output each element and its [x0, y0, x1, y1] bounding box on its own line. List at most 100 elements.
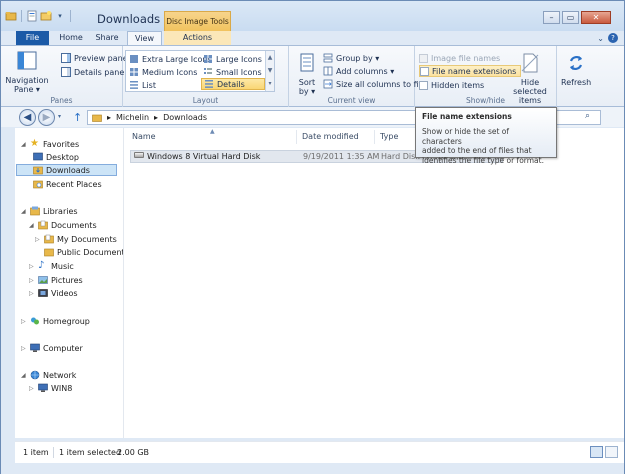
tree-public-documents[interactable]: Public Documents — [44, 246, 129, 258]
tab-file[interactable]: File — [16, 31, 49, 45]
tree-pictures-label: Pictures — [51, 275, 83, 285]
sort-by-button[interactable]: Sort by ▾ — [295, 52, 319, 96]
collapse-icon[interactable]: ◢ — [29, 222, 35, 229]
tree-pictures[interactable]: ▷ Pictures — [29, 274, 83, 286]
title-bar: ▾ Downloads Disc Image Tools – ▭ ✕ — [1, 1, 624, 31]
size-all-columns-button[interactable]: Size all columns to fit — [323, 78, 422, 90]
tree-network-label: Network — [43, 370, 77, 380]
tree-downloads[interactable]: Downloads — [16, 164, 117, 176]
extra-large-icons-icon — [130, 55, 138, 63]
layout-list[interactable]: List — [129, 79, 156, 91]
layout-details[interactable]: Details — [201, 78, 265, 90]
customize-toolbar-icon[interactable]: ▾ — [54, 10, 66, 22]
status-item-count: 1 item — [23, 448, 49, 457]
details-pane-button[interactable]: Details pane — [61, 66, 124, 78]
image-file-names-checkbox[interactable] — [419, 53, 428, 63]
window-title: Downloads — [97, 12, 161, 26]
tree-libraries-label: Libraries — [43, 206, 78, 216]
layout-small-icons[interactable]: Small Icons — [203, 66, 262, 78]
column-header-type[interactable]: Type — [380, 132, 398, 141]
details-view-icon[interactable] — [590, 446, 603, 458]
details-icon — [205, 80, 213, 88]
tree-win8[interactable]: ▷ WIN8 — [29, 382, 72, 394]
layout-extra-large-icons[interactable]: Extra Large Icons — [129, 53, 212, 65]
file-name-extensions-tooltip: File name extensions Show or hide the se… — [415, 107, 557, 165]
tree-favorites[interactable]: ◢ ★ Favorites — [21, 138, 79, 150]
large-icons-icon — [204, 55, 212, 63]
address-segment-downloads[interactable]: Downloads — [163, 113, 207, 122]
tree-videos[interactable]: ▷ Videos — [29, 287, 78, 299]
tree-my-documents[interactable]: ▷ My Documents — [35, 233, 117, 245]
tree-music[interactable]: ▷ ♪ Music — [29, 260, 74, 272]
recent-locations-icon[interactable]: ▾ — [58, 113, 61, 120]
public-documents-icon — [44, 248, 54, 257]
expand-icon[interactable]: ▷ — [29, 263, 35, 270]
column-divider[interactable] — [296, 130, 297, 144]
tree-recent-places-label: Recent Places — [46, 179, 102, 189]
tree-computer[interactable]: ▷ Computer — [21, 342, 83, 354]
column-header-date-modified[interactable]: Date modified — [302, 132, 359, 141]
tab-home[interactable]: Home — [56, 31, 86, 45]
tab-share[interactable]: Share — [92, 31, 122, 45]
view-switcher — [590, 446, 618, 458]
column-header-name[interactable]: Name — [132, 132, 156, 141]
tree-desktop[interactable]: Desktop — [33, 151, 79, 163]
layout-medium-icons[interactable]: Medium Icons — [129, 66, 197, 78]
ribbon: Navigation Pane ▾ Preview pane Details p… — [1, 45, 624, 107]
back-button[interactable]: ◀ — [19, 109, 36, 126]
tab-view[interactable]: View — [127, 31, 162, 46]
hidden-items-toggle[interactable]: Hidden items — [419, 79, 484, 91]
layout-large-icons[interactable]: Large Icons — [203, 53, 262, 65]
tree-homegroup[interactable]: ▷ Homegroup — [21, 315, 90, 327]
file-name-extensions-toggle[interactable]: File name extensions — [419, 65, 522, 77]
tab-actions[interactable]: Actions — [164, 31, 231, 45]
tooltip-line-3: identifies the file type or format. — [422, 155, 544, 165]
column-divider[interactable] — [374, 130, 375, 144]
refresh-button[interactable]: Refresh — [561, 52, 591, 87]
help-icon[interactable]: ? — [608, 33, 618, 43]
layout-gallery-scroll[interactable]: ▲ ▼ ▾ — [265, 51, 274, 91]
expand-icon[interactable]: ▷ — [29, 290, 35, 297]
refresh-icon — [569, 56, 583, 70]
file-name-extensions-checkbox[interactable] — [420, 66, 429, 76]
image-file-names-toggle[interactable]: Image file names — [419, 52, 500, 64]
minimize-button[interactable]: – — [543, 11, 560, 24]
navigation-pane-button[interactable]: Navigation Pane ▾ — [5, 50, 49, 94]
large-icons-view-icon[interactable] — [605, 446, 618, 458]
tree-documents[interactable]: ◢ Documents — [29, 219, 97, 231]
search-icon[interactable]: ⌕ — [585, 111, 590, 121]
preview-pane-button[interactable]: Preview pane — [61, 52, 128, 64]
expand-icon[interactable]: ▷ — [21, 318, 27, 325]
expand-icon[interactable]: ▷ — [35, 236, 41, 243]
add-columns-button[interactable]: Add columns ▾ — [323, 65, 394, 77]
navigation-pane-label-2: Pane ▾ — [14, 85, 40, 94]
layout-gallery: Extra Large Icons Large Icons Medium Ico… — [125, 50, 275, 92]
collapse-icon[interactable]: ◢ — [21, 208, 27, 215]
file-date-modified: 9/19/2011 1:35 AM — [303, 152, 380, 161]
tooltip-body: Show or hide the set of characters added… — [422, 127, 550, 165]
close-button[interactable]: ✕ — [581, 11, 611, 24]
chevron-down-icon[interactable]: ⌄ — [597, 34, 604, 43]
folder-icon — [5, 12, 17, 21]
collapse-icon[interactable]: ◢ — [21, 372, 27, 379]
properties-icon[interactable] — [26, 10, 38, 22]
group-by-button[interactable]: Group by ▾ — [323, 52, 379, 64]
maximize-button[interactable]: ▭ — [562, 11, 579, 24]
up-arrow-icon[interactable]: ↑ — [73, 111, 82, 124]
expand-icon[interactable]: ▷ — [29, 385, 35, 392]
forward-button[interactable]: ▶ — [38, 109, 55, 126]
navigation-pane-icon — [17, 51, 37, 70]
sort-icon — [300, 53, 314, 72]
expand-icon[interactable]: ▷ — [21, 345, 27, 352]
tree-network[interactable]: ◢ Network — [21, 369, 76, 381]
hidden-items-checkbox[interactable] — [419, 80, 428, 90]
tree-my-documents-label: My Documents — [57, 234, 117, 244]
expand-icon[interactable]: ▷ — [29, 277, 35, 284]
new-folder-icon[interactable] — [40, 10, 52, 22]
image-file-names-label: Image file names — [431, 53, 501, 63]
tree-recent-places[interactable]: Recent Places — [33, 178, 102, 190]
ribbon-help-area: ⌄ ? — [597, 33, 618, 43]
collapse-icon[interactable]: ◢ — [21, 141, 27, 148]
tree-libraries[interactable]: ◢ Libraries — [21, 205, 78, 217]
address-segment-michelin[interactable]: Michelin — [116, 113, 149, 122]
